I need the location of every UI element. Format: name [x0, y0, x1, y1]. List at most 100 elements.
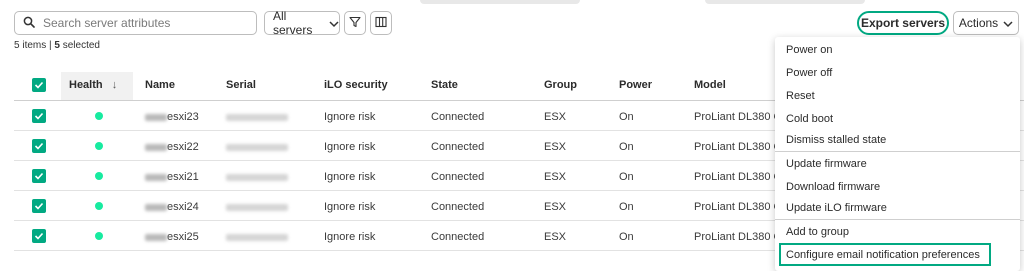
columns-button[interactable] [370, 11, 392, 35]
fade-segment [420, 0, 580, 4]
redacted-prefix [145, 113, 167, 121]
items-label: items [22, 40, 47, 51]
row-checkbox[interactable] [32, 199, 46, 213]
menu-item-configure-email-notifications[interactable]: Configure email notification preferences [779, 243, 991, 266]
checkmark-icon [34, 202, 44, 210]
row-checkbox[interactable] [32, 109, 46, 123]
row-checkbox[interactable] [32, 139, 46, 153]
health-ok-indicator [95, 172, 103, 180]
model-cell: ProLiant DL380 G [694, 111, 783, 123]
serial-cell [226, 141, 288, 153]
redacted-serial [226, 143, 288, 151]
search-icon [23, 16, 35, 31]
server-filter-value: All servers [273, 9, 313, 37]
redacted-serial [226, 203, 288, 211]
menu-item-power-on[interactable]: Power on [775, 38, 1020, 61]
serial-cell [226, 231, 288, 243]
fade-segment [705, 0, 865, 4]
server-name: esxi23 [167, 111, 199, 124]
menu-item-update-firmware[interactable]: Update firmware [775, 152, 1020, 175]
model-cell: ProLiant DL380 G [694, 201, 783, 213]
menu-item-download-firmware[interactable]: Download firmware [775, 175, 1020, 198]
server-name-cell[interactable]: esxi24 [145, 201, 199, 213]
row-checkbox[interactable] [32, 229, 46, 243]
server-name: esxi21 [167, 171, 199, 184]
chevron-down-icon [329, 18, 339, 28]
redacted-serial [226, 113, 288, 121]
server-name: esxi24 [167, 201, 199, 214]
menu-item-reset[interactable]: Reset [775, 84, 1020, 107]
server-name: esxi25 [167, 231, 199, 244]
redacted-prefix [145, 233, 167, 241]
power-cell: On [619, 171, 634, 183]
selected-count: 5 [54, 40, 60, 51]
model-cell: ProLiant DL380 G [694, 141, 783, 153]
top-edge-fade [0, 0, 1024, 4]
filter-icon [349, 16, 361, 31]
column-header-model[interactable]: Model [694, 79, 726, 91]
filter-button[interactable] [344, 11, 366, 35]
menu-item-dismiss-stalled-state[interactable]: Dismiss stalled state [775, 129, 1020, 152]
menu-item-add-to-group[interactable]: Add to group [775, 220, 1020, 243]
row-checkbox[interactable] [32, 169, 46, 183]
column-header-ilo-security[interactable]: iLO security [324, 79, 388, 91]
redacted-prefix [145, 173, 167, 181]
server-name-cell[interactable]: esxi23 [145, 111, 199, 123]
state-cell: Connected [431, 171, 485, 183]
actions-menu: Power on Power off Reset Cold boot Dismi… [775, 37, 1020, 271]
sort-descending-icon: ↓ [111, 79, 118, 91]
power-cell: On [619, 231, 634, 243]
server-name-cell[interactable]: esxi21 [145, 171, 199, 183]
power-cell: On [619, 201, 634, 213]
server-name: esxi22 [167, 141, 199, 154]
select-all-checkbox[interactable] [32, 78, 46, 92]
group-cell: ESX [544, 201, 567, 213]
search-input[interactable] [43, 16, 243, 30]
column-header-name[interactable]: Name [145, 79, 175, 91]
group-cell: ESX [544, 141, 567, 153]
checkmark-icon [34, 172, 44, 180]
checkmark-icon [34, 232, 44, 240]
actions-label: Actions [958, 16, 999, 30]
ilo-security-cell: Ignore risk [324, 201, 376, 213]
checkmark-icon [34, 142, 44, 150]
column-header-state[interactable]: State [431, 79, 458, 91]
health-ok-indicator [95, 232, 103, 240]
actions-button[interactable]: Actions [953, 11, 1019, 35]
serial-cell [226, 201, 288, 213]
power-cell: On [619, 141, 634, 153]
redacted-prefix [145, 143, 167, 151]
export-servers-button[interactable]: Export servers [857, 11, 949, 35]
server-filter-select[interactable]: All servers [264, 9, 340, 37]
column-header-serial[interactable]: Serial [226, 79, 256, 91]
group-cell: ESX [544, 231, 567, 243]
items-count: 5 [14, 40, 20, 51]
health-ok-indicator [95, 202, 103, 210]
state-cell: Connected [431, 231, 485, 243]
state-cell: Connected [431, 141, 485, 153]
state-cell: Connected [431, 111, 485, 123]
column-header-power[interactable]: Power [619, 79, 652, 91]
ilo-security-cell: Ignore risk [324, 141, 376, 153]
group-cell: ESX [544, 171, 567, 183]
menu-item-update-ilo-firmware[interactable]: Update iLO firmware [775, 197, 1020, 220]
power-cell: On [619, 111, 634, 123]
selection-summary: 5 items | 5 selected [14, 40, 100, 51]
selected-label: selected [62, 40, 100, 51]
columns-icon [375, 16, 387, 31]
server-name-cell[interactable]: esxi25 [145, 231, 199, 243]
column-header-health[interactable]: Health ↓ [69, 79, 117, 91]
ilo-security-cell: Ignore risk [324, 231, 376, 243]
column-header-label: Health [69, 79, 103, 91]
server-name-cell[interactable]: esxi22 [145, 141, 199, 153]
ilo-security-cell: Ignore risk [324, 171, 376, 183]
column-header-group[interactable]: Group [544, 79, 577, 91]
checkmark-icon [34, 81, 44, 89]
serial-cell [226, 171, 288, 183]
redacted-serial [226, 233, 288, 241]
group-cell: ESX [544, 111, 567, 123]
menu-item-cold-boot[interactable]: Cold boot [775, 107, 1020, 130]
search-box[interactable] [14, 11, 257, 35]
chevron-down-icon [1003, 18, 1013, 28]
menu-item-power-off[interactable]: Power off [775, 61, 1020, 84]
